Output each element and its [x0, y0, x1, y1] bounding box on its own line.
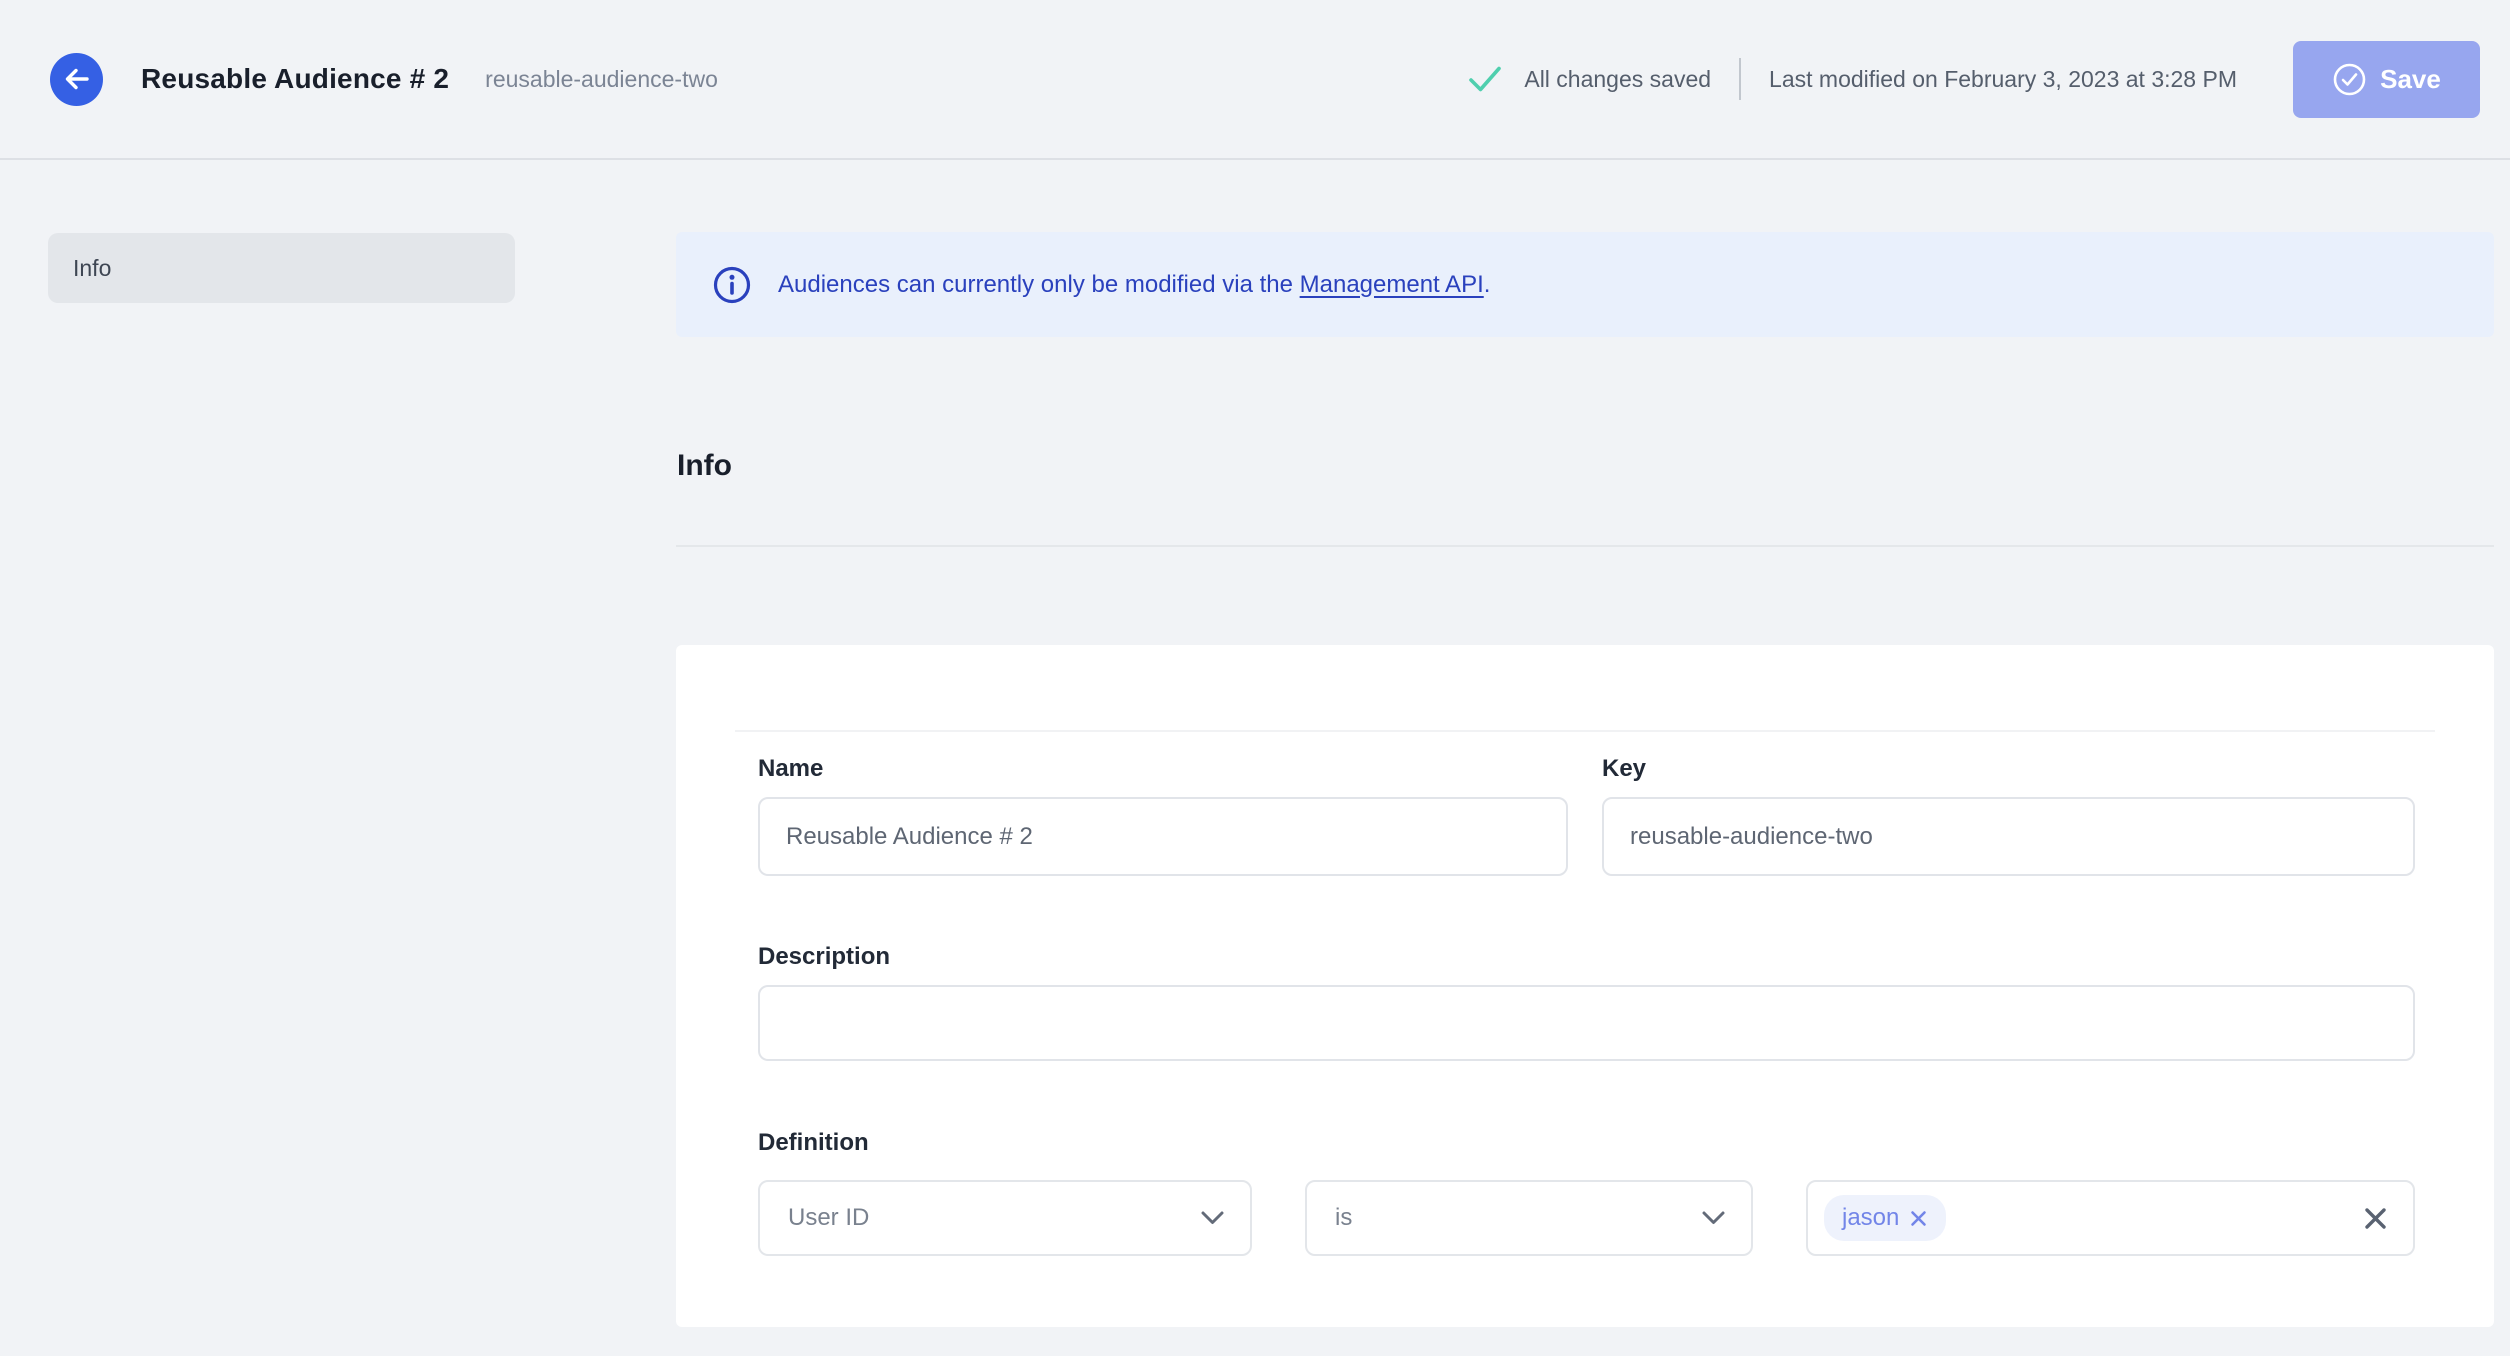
- definition-values-input[interactable]: jason: [1806, 1180, 2415, 1256]
- page-title: Reusable Audience # 2: [141, 63, 450, 94]
- section-title: Info: [677, 449, 732, 482]
- saved-check-icon: [1468, 65, 1502, 93]
- chevron-down-icon: [1201, 1211, 1224, 1225]
- name-input[interactable]: [758, 797, 1568, 876]
- card-top-divider: [735, 730, 2435, 732]
- description-input[interactable]: [758, 985, 2415, 1061]
- value-tag-label: jason: [1842, 1204, 1900, 1231]
- info-banner: Audiences can currently only be modified…: [676, 232, 2494, 337]
- save-button[interactable]: Save: [2293, 40, 2480, 118]
- close-icon: [2365, 1207, 2386, 1229]
- info-card: Name Key Description Definition User ID …: [676, 645, 2494, 1327]
- definition-trait-select[interactable]: User ID: [758, 1180, 1252, 1256]
- key-input[interactable]: [1602, 797, 2415, 876]
- description-label: Description: [758, 943, 891, 970]
- definition-operator-select[interactable]: is: [1305, 1180, 1753, 1256]
- tag-remove-icon[interactable]: [1909, 1209, 1928, 1228]
- arrow-left-icon: [65, 68, 89, 90]
- audience-editor-page: Reusable Audience # 2 reusable-audience-…: [0, 0, 2510, 1356]
- save-status-text: All changes saved: [1524, 65, 1712, 92]
- banner-text-before: Audiences can currently only be modified…: [778, 270, 1300, 298]
- trait-select-value: User ID: [788, 1204, 870, 1231]
- value-tag: jason: [1824, 1195, 1947, 1241]
- top-bar-right: All changes saved Last modified on Febru…: [1468, 40, 2480, 118]
- info-icon: [712, 265, 752, 305]
- vertical-divider: [1739, 58, 1742, 100]
- check-circle-icon: [2333, 63, 2366, 95]
- key-label: Key: [1602, 755, 1647, 782]
- clear-values-button[interactable]: [2362, 1205, 2389, 1232]
- name-label: Name: [758, 755, 824, 782]
- section-divider: [676, 545, 2494, 547]
- sidebar-item-label: Info: [73, 254, 112, 281]
- top-bar: Reusable Audience # 2 reusable-audience-…: [0, 0, 2510, 160]
- sidebar-item-info[interactable]: Info: [48, 233, 515, 303]
- last-modified-text: Last modified on February 3, 2023 at 3:2…: [1769, 65, 2237, 92]
- definition-label: Definition: [758, 1129, 869, 1156]
- audience-key-subtitle: reusable-audience-two: [485, 65, 718, 92]
- management-api-link[interactable]: Management API: [1300, 271, 1484, 298]
- banner-text-after: .: [1483, 270, 1491, 298]
- banner-text: Audiences can currently only be modified…: [778, 271, 1490, 299]
- operator-select-value: is: [1335, 1204, 1353, 1231]
- save-button-label: Save: [2380, 63, 2441, 94]
- back-button[interactable]: [50, 52, 103, 106]
- chevron-down-icon: [1702, 1211, 1725, 1225]
